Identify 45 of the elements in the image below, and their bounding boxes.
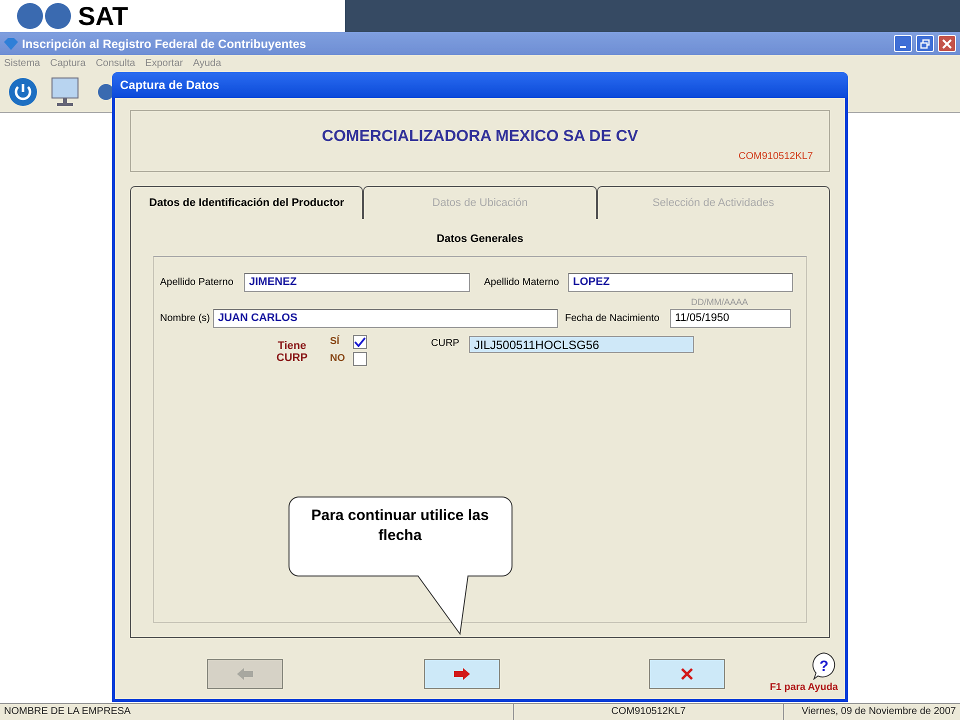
section-title: Datos Generales: [436, 232, 524, 247]
logo-text: SAT: [78, 3, 128, 29]
status-text: Viernes, 09 de Noviembre de 2007: [800, 705, 957, 719]
diamond-icon: [4, 38, 18, 50]
arrow-left-icon: [237, 668, 253, 680]
date-format-hint: DD/MM/AAAA: [690, 296, 748, 308]
status-text: NOMBRE DE LA EMPRESA: [0, 704, 514, 720]
close-icon: [942, 38, 952, 48]
logo-circles-icon: [16, 2, 74, 30]
date-field[interactable]: 11/05/1950: [670, 309, 791, 328]
restore-button[interactable]: [916, 35, 934, 52]
cancel-button[interactable]: [649, 658, 725, 688]
help-icon[interactable]: ?: [810, 652, 838, 680]
arrow-right-icon: [454, 668, 470, 680]
checkbox[interactable]: [353, 352, 367, 366]
curp-field[interactable]: JILJ500511HOCLSG56: [469, 336, 694, 353]
minimize-icon: [900, 46, 906, 48]
power-icon[interactable]: [8, 76, 38, 106]
restore-icon: [920, 38, 930, 48]
option-label: NO: [330, 352, 344, 366]
field-label: CURP: [431, 337, 460, 351]
field-label: Apellido Paterno: [160, 276, 234, 290]
text-field[interactable]: JIMENEZ: [244, 272, 470, 292]
company-name: COMERCIALIZADORA MEXICO SA DE CV: [320, 127, 640, 147]
field-label: Apellido Materno: [484, 276, 560, 290]
close-button[interactable]: [938, 35, 956, 52]
curp-question: Tiene CURP: [275, 340, 309, 366]
next-button[interactable]: [424, 658, 500, 688]
tab[interactable]: Datos de Identificación del Productor: [130, 186, 364, 219]
field-label: Nombre (s): [160, 312, 212, 326]
checkbox[interactable]: [353, 334, 367, 348]
text-field[interactable]: JUAN CARLOS: [213, 309, 558, 328]
window-title: Inscripción al Registro Federal de Contribuyentes: [22, 36, 308, 52]
option-label: SÍ: [330, 334, 340, 349]
minimize-button[interactable]: [894, 35, 912, 52]
dialog-title: Captura de Datos: [120, 77, 220, 94]
close-icon: [681, 668, 693, 680]
company-rfc: COM910512KL7: [738, 150, 813, 164]
text-field[interactable]: LOPEZ: [568, 272, 793, 292]
monitor-icon[interactable]: [50, 76, 80, 108]
callout-text: Para continuar utilice las flecha: [310, 506, 490, 546]
check-icon: [354, 336, 366, 346]
status-text: COM910512KL7: [514, 704, 784, 720]
field-label: Fecha de Nacimiento: [565, 312, 660, 326]
help-hint: F1 para Ayuda: [770, 681, 838, 695]
